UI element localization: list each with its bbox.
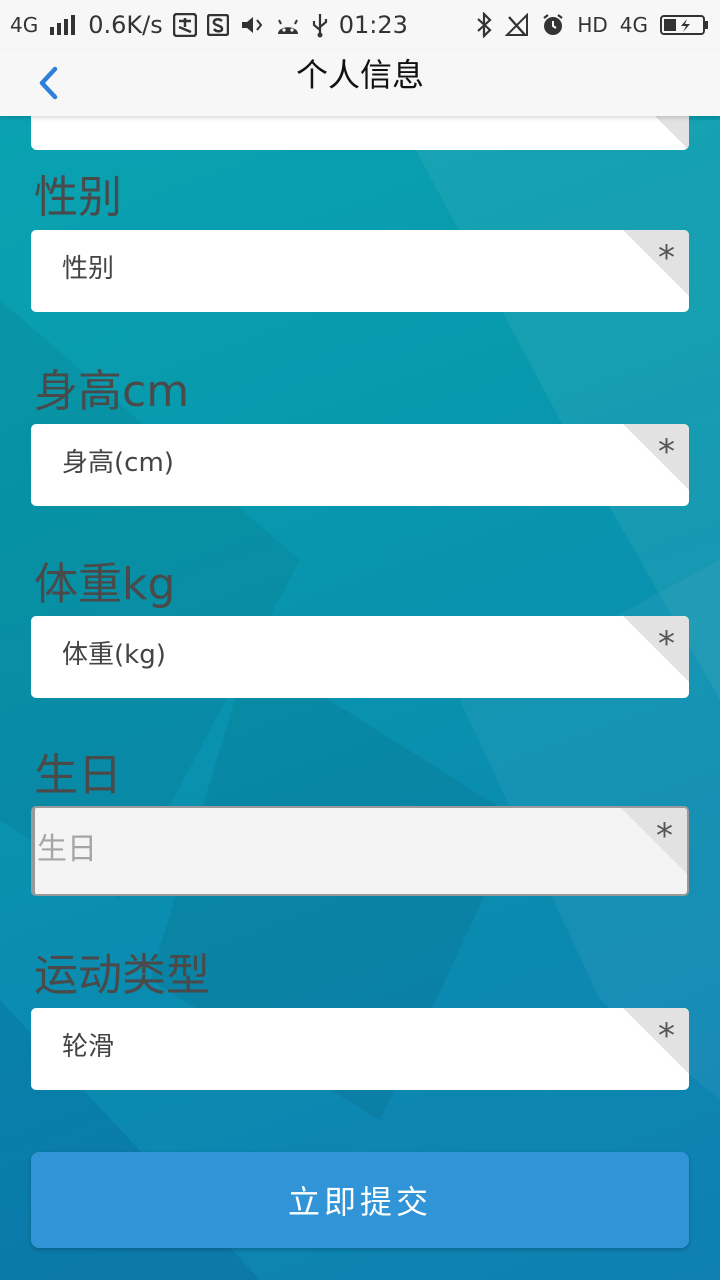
clock-time: 01:23 <box>338 11 408 39</box>
height-label: 身高cm <box>34 366 190 417</box>
sport-type-label: 运动类型 <box>34 950 210 1001</box>
weight-value: 体重(kg) <box>62 640 166 670</box>
alarm-icon <box>541 13 565 37</box>
weight-label: 体重kg <box>34 559 176 610</box>
previous-field-partial[interactable] <box>31 110 689 150</box>
page-title: 个人信息 <box>295 56 424 94</box>
required-asterisk: * <box>658 624 675 664</box>
required-corner <box>623 616 689 682</box>
submit-button[interactable]: 立即提交 <box>31 1152 689 1248</box>
bluetooth-icon <box>475 12 493 38</box>
required-corner <box>621 808 687 874</box>
android-icon <box>275 14 301 36</box>
navigation-bar: 个人信息 <box>0 50 720 116</box>
net-speed: 0.6K/s <box>88 11 163 39</box>
required-asterisk: * <box>658 1016 675 1056</box>
required-asterisk: * <box>656 816 673 856</box>
required-asterisk: * <box>658 432 675 472</box>
sport-type-field[interactable]: 轮滑 * <box>31 1008 689 1090</box>
required-corner <box>649 110 689 150</box>
s-app-icon <box>206 14 229 36</box>
gender-field[interactable]: 性别 * <box>31 230 689 312</box>
gender-value: 性别 <box>62 254 115 284</box>
sport-type-value: 轮滑 <box>62 1032 115 1062</box>
usb-icon <box>311 12 329 38</box>
network-type: 4G <box>10 13 39 37</box>
hd-label: HD <box>577 13 608 37</box>
required-corner <box>623 424 689 490</box>
birthday-field[interactable]: 生日 * <box>31 806 689 896</box>
vibrate-icon <box>239 14 265 36</box>
height-value: 身高(cm) <box>62 448 174 478</box>
gender-label: 性别 <box>34 172 122 223</box>
required-asterisk: * <box>658 238 675 278</box>
status-bar: 4G 0.6K/s 01:23 HD 4G <box>0 0 720 50</box>
payment-icon <box>172 13 197 37</box>
height-field[interactable]: 身高(cm) * <box>31 424 689 506</box>
required-corner <box>623 230 689 296</box>
signal-off-icon <box>505 13 529 37</box>
birthday-label: 生日 <box>34 750 122 801</box>
weight-field[interactable]: 体重(kg) * <box>31 616 689 698</box>
network-type-right: 4G <box>619 13 648 37</box>
battery-charging-icon <box>660 13 710 37</box>
required-corner <box>623 1008 689 1074</box>
birthday-placeholder: 生日 <box>37 832 97 867</box>
signal-icon <box>48 15 78 35</box>
